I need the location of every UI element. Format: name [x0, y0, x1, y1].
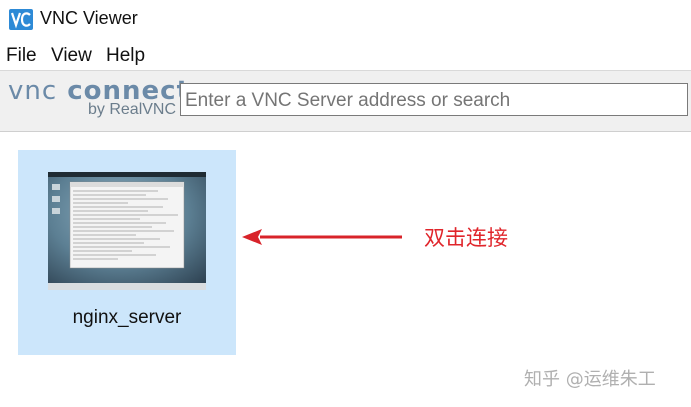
search-input[interactable]	[180, 83, 688, 116]
toolbar: vnc connect by RealVNC	[0, 70, 691, 132]
menu-bar: File View Help	[0, 42, 691, 70]
annotation-text: 双击连接	[424, 226, 508, 250]
desktop-preview-image	[48, 172, 206, 290]
menu-view[interactable]: View	[51, 45, 92, 67]
logo-vnc-text: vnc	[8, 76, 58, 106]
vnc-viewer-app-icon	[9, 9, 33, 30]
desktop-thumbnail	[48, 172, 206, 290]
menu-help[interactable]: Help	[106, 45, 145, 67]
logo-byline: by RealVNC	[88, 101, 177, 118]
annotation-arrow	[242, 229, 402, 245]
window-title: VNC Viewer	[40, 8, 138, 28]
menu-file[interactable]: File	[6, 45, 37, 67]
title-bar: VNC Viewer	[0, 0, 691, 38]
connection-label: nginx_server	[72, 307, 182, 328]
watermark: 知乎 @运维朱工	[524, 369, 656, 390]
connection-tile-nginx-server[interactable]: nginx_server	[18, 150, 236, 355]
